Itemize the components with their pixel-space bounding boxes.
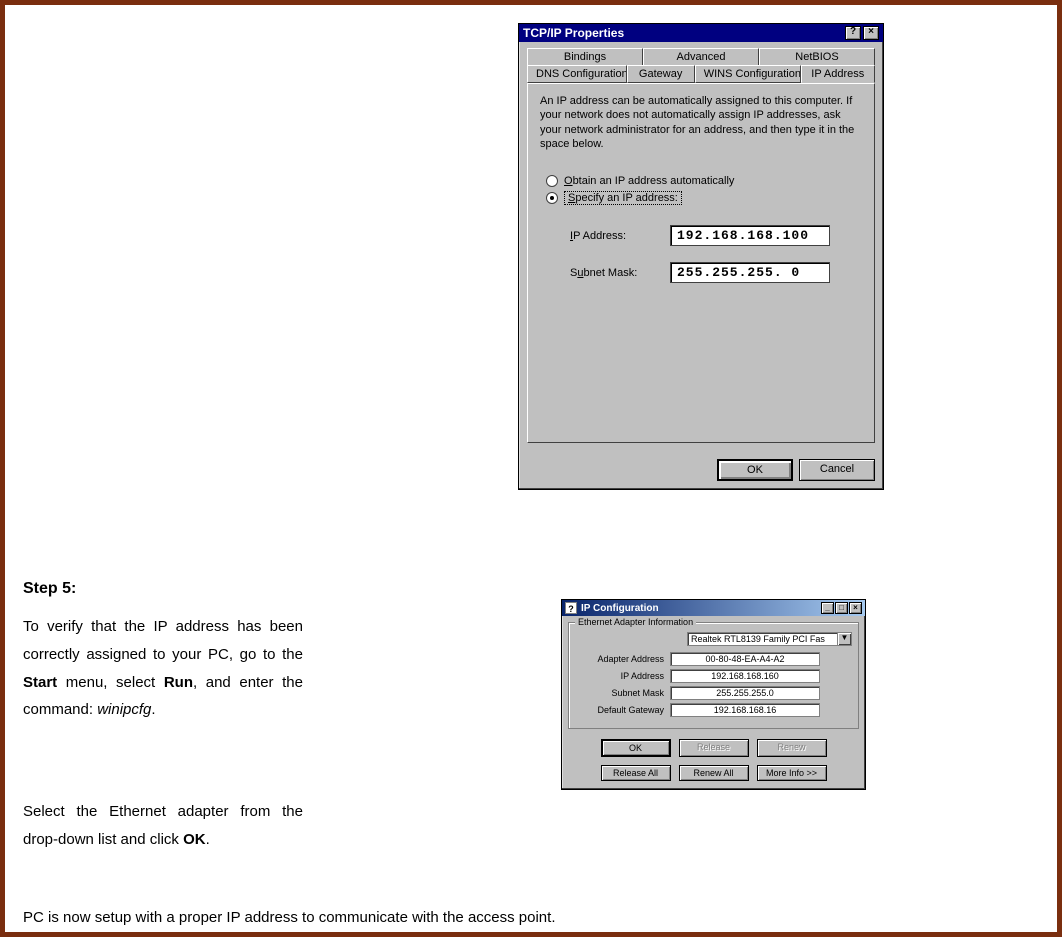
bold-run: Run [164,674,193,691]
tab-panel-ip-address: An IP address can be automatically assig… [527,83,875,443]
ok-button[interactable]: OK [601,739,671,757]
close-button[interactable]: × [863,26,879,40]
renew-button[interactable]: Renew [757,739,827,757]
radio-icon [546,175,558,187]
adapter-address-value: 00-80-48-EA-A4-A2 [670,652,820,666]
ok-button[interactable]: OK [717,459,793,481]
tab-netbios[interactable]: NetBIOS [759,48,875,66]
app-icon: ? [565,602,577,614]
text: menu, select [57,674,164,691]
text: . [206,831,210,848]
text: To verify that the IP address has been c… [23,618,303,663]
default-gateway-value: 192.168.168.16 [670,703,820,717]
button-row-1: OK Release Renew [562,735,865,761]
italic-command: winipcfg [97,701,151,718]
more-info-button[interactable]: More Info >> [757,765,827,781]
text: . [151,701,155,718]
text: Select the Ethernet adapter from the dro… [23,803,303,848]
tab-bindings[interactable]: Bindings [527,48,643,66]
minimize-button[interactable]: _ [821,602,834,614]
subnet-mask-label: Subnet Mask: [570,267,670,279]
renew-all-button[interactable]: Renew All [679,765,749,781]
subnet-mask-value: 255.255.255.0 [670,686,820,700]
button-row-2: Release All Renew All More Info >> [562,761,865,789]
release-button[interactable]: Release [679,739,749,757]
ip-address-label: IP Address [575,671,670,681]
release-all-button[interactable]: Release All [601,765,671,781]
help-button[interactable]: ? [845,26,861,40]
cancel-button[interactable]: Cancel [799,459,875,481]
adapter-select[interactable]: Realtek RTL8139 Family PCI Fas ▼ [687,632,852,646]
default-gateway-label: Default Gateway [575,705,670,715]
titlebar: TCP/IP Properties ? × [519,24,883,42]
maximize-button[interactable]: □ [835,602,848,614]
ethernet-adapter-group: Ethernet Adapter Information Realtek RTL… [568,622,859,729]
group-title: Ethernet Adapter Information [575,617,696,627]
chevron-down-icon: ▼ [837,633,851,645]
close-button[interactable]: × [849,602,862,614]
ip-address-input[interactable]: 192.168.168.100 [670,225,830,246]
step-paragraph-3: PC is now setup with a proper IP address… [23,905,1023,931]
bold-start: Start [23,674,57,691]
dialog-buttons: OK Cancel [519,451,883,489]
document-page: TCP/IP Properties ? × Bindings Advanced … [0,0,1062,937]
tcpip-properties-dialog: TCP/IP Properties ? × Bindings Advanced … [518,23,884,490]
tab-wins-configuration[interactable]: WINS Configuration [695,65,801,83]
ip-fields: IP Address: 192.168.168.100 Subnet Mask:… [570,225,862,283]
tab-row-1: Bindings Advanced NetBIOS [527,48,875,66]
subnet-mask-label: Subnet Mask [575,688,670,698]
radio-obtain-label: btain an IP address automatically [573,175,735,187]
tab-gateway[interactable]: Gateway [627,65,695,83]
dialog-title: IP Configuration [581,603,820,614]
help-text: An IP address can be automatically assig… [540,94,862,151]
step-paragraph-2: Select the Ethernet adapter from the dro… [23,798,303,854]
radio-icon-selected [546,192,558,204]
adapter-address-label: Adapter Address [575,654,670,664]
dialog-body: Bindings Advanced NetBIOS DNS Configurat… [519,42,883,451]
ip-configuration-dialog: ? IP Configuration _ □ × Ethernet Adapte… [561,599,866,790]
tab-dns-configuration[interactable]: DNS Configuration [527,65,627,83]
ip-address-value: 192.168.168.160 [670,669,820,683]
step-heading: Step 5: [23,580,76,598]
tab-advanced[interactable]: Advanced [643,48,759,66]
subnet-mask-input[interactable]: 255.255.255. 0 [670,262,830,283]
adapter-value: Realtek RTL8139 Family PCI Fas [688,633,837,645]
step-paragraph-1: To verify that the IP address has been c… [23,613,303,724]
radio-obtain-auto[interactable]: Obtain an IP address automatically [546,175,862,187]
tab-row-2: DNS Configuration Gateway WINS Configura… [527,65,875,83]
radio-specify-label: pecify an IP address: [575,192,678,204]
titlebar: ? IP Configuration _ □ × [562,600,865,616]
bold-ok: OK [183,831,206,848]
ip-address-label: IP Address: [570,230,670,242]
radio-specify[interactable]: Specify an IP address: [546,191,862,205]
dialog-title: TCP/IP Properties [523,26,843,40]
tab-ip-address[interactable]: IP Address [801,65,875,83]
